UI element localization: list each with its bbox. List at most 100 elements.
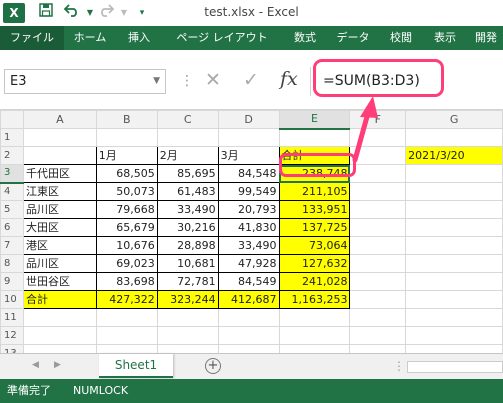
cell-f2[interactable] bbox=[349, 146, 407, 165]
tab-split-handle-icon[interactable]: ⋮ bbox=[393, 359, 405, 373]
cell-f3[interactable] bbox=[349, 164, 407, 183]
cell-e6[interactable]: 137,725 bbox=[278, 218, 351, 237]
cell-e2[interactable]: 合計 bbox=[278, 146, 351, 165]
cell-f12[interactable] bbox=[349, 326, 407, 345]
cell-g9[interactable] bbox=[405, 272, 503, 291]
cell-e1[interactable] bbox=[278, 128, 351, 147]
cell-e7[interactable]: 73,064 bbox=[278, 236, 351, 255]
cell-g8[interactable] bbox=[405, 254, 503, 273]
cell-d12[interactable] bbox=[217, 326, 280, 345]
row-header[interactable]: 7 bbox=[0, 236, 24, 255]
row-header[interactable]: 2 bbox=[0, 146, 24, 165]
tab-page-layout[interactable]: ページ レイアウト bbox=[162, 26, 282, 50]
cell-c10[interactable]: 323,244 bbox=[156, 290, 219, 309]
row-header[interactable]: 1 bbox=[0, 128, 24, 147]
cell-b6[interactable]: 65,679 bbox=[95, 218, 158, 237]
cell-f7[interactable] bbox=[349, 236, 407, 255]
cell-f8[interactable] bbox=[349, 254, 407, 273]
cell-b3[interactable]: 68,505 bbox=[95, 164, 158, 183]
cell-e5[interactable]: 133,951 bbox=[278, 200, 351, 219]
column-header-g[interactable]: G bbox=[405, 110, 503, 129]
cell-g6[interactable] bbox=[405, 218, 503, 237]
cell-d4[interactable]: 99,549 bbox=[217, 182, 280, 201]
formula-bar-grip-icon[interactable]: ⋮ bbox=[180, 70, 194, 92]
column-header-b[interactable]: B bbox=[95, 110, 158, 129]
next-sheet-icon[interactable]: ▶ bbox=[54, 360, 61, 370]
cell-e11[interactable] bbox=[278, 308, 351, 327]
row-header[interactable]: 8 bbox=[0, 254, 24, 273]
cell-a2[interactable] bbox=[22, 146, 97, 165]
tab-home[interactable]: ホーム bbox=[64, 26, 116, 50]
cell-a6[interactable]: 大田区 bbox=[22, 218, 97, 237]
cell-e8[interactable]: 127,632 bbox=[278, 254, 351, 273]
cell-c6[interactable]: 30,216 bbox=[156, 218, 219, 237]
cell-c9[interactable]: 72,781 bbox=[156, 272, 219, 291]
tab-data[interactable]: データ bbox=[328, 26, 378, 50]
row-header[interactable]: 3 bbox=[0, 164, 24, 184]
cancel-icon[interactable]: ✕ bbox=[205, 67, 221, 93]
cell-c8[interactable]: 10,681 bbox=[156, 254, 219, 273]
cell-e10[interactable]: 1,163,253 bbox=[278, 290, 351, 309]
cell-c5[interactable]: 33,490 bbox=[156, 200, 219, 219]
cell-b12[interactable] bbox=[95, 326, 158, 345]
cell-b1[interactable] bbox=[95, 128, 158, 147]
cell-c11[interactable] bbox=[156, 308, 219, 327]
cell-f9[interactable] bbox=[349, 272, 407, 291]
cell-g7[interactable] bbox=[405, 236, 503, 255]
cell-e12[interactable] bbox=[278, 326, 351, 345]
cell-f6[interactable] bbox=[349, 218, 407, 237]
row-header[interactable]: 10 bbox=[0, 290, 24, 309]
cell-b10[interactable]: 427,322 bbox=[95, 290, 158, 309]
row-header[interactable]: 9 bbox=[0, 272, 24, 291]
prev-sheet-icon[interactable]: ◀ bbox=[32, 360, 39, 370]
sheet-tab-sheet1[interactable]: Sheet1 bbox=[99, 354, 173, 378]
name-box[interactable]: E3 ▼ bbox=[4, 69, 166, 94]
tab-file[interactable]: ファイル bbox=[0, 26, 64, 50]
tab-insert[interactable]: 挿入 bbox=[116, 26, 162, 50]
cell-f5[interactable] bbox=[349, 200, 407, 219]
cell-b5[interactable]: 79,668 bbox=[95, 200, 158, 219]
cell-a10[interactable]: 合計 bbox=[22, 290, 97, 309]
cell-d2[interactable]: 3月 bbox=[217, 146, 280, 165]
row-header[interactable]: 5 bbox=[0, 200, 24, 219]
cell-e9[interactable]: 241,028 bbox=[278, 272, 351, 291]
row-header[interactable]: 6 bbox=[0, 218, 24, 237]
cell-d3[interactable]: 84,548 bbox=[217, 164, 280, 183]
column-header-f[interactable]: F bbox=[349, 110, 407, 129]
cell-b4[interactable]: 50,073 bbox=[95, 182, 158, 201]
cell-g4[interactable] bbox=[405, 182, 503, 201]
cell-d10[interactable]: 412,687 bbox=[217, 290, 280, 309]
cell-g1[interactable] bbox=[405, 128, 503, 147]
cell-g5[interactable] bbox=[405, 200, 503, 219]
cell-f10[interactable] bbox=[349, 290, 407, 309]
cell-a7[interactable]: 港区 bbox=[22, 236, 97, 255]
add-sheet-button[interactable]: + bbox=[205, 358, 221, 374]
cell-d8[interactable]: 47,928 bbox=[217, 254, 280, 273]
cell-a9[interactable]: 世田谷区 bbox=[22, 272, 97, 291]
cell-b9[interactable]: 83,698 bbox=[95, 272, 158, 291]
cell-a4[interactable]: 江東区 bbox=[22, 182, 97, 201]
cell-c1[interactable] bbox=[156, 128, 219, 147]
row-header[interactable]: 4 bbox=[0, 182, 24, 201]
row-header[interactable]: 12 bbox=[0, 326, 24, 345]
cell-d11[interactable] bbox=[217, 308, 280, 327]
cell-d5[interactable]: 20,793 bbox=[217, 200, 280, 219]
cell-c7[interactable]: 28,898 bbox=[156, 236, 219, 255]
cell-c2[interactable]: 2月 bbox=[156, 146, 219, 165]
cell-a12[interactable] bbox=[22, 326, 97, 345]
cell-f1[interactable] bbox=[349, 128, 407, 147]
column-header-e[interactable]: E bbox=[278, 110, 351, 130]
cell-c12[interactable] bbox=[156, 326, 219, 345]
chevron-down-icon[interactable]: ▼ bbox=[153, 70, 160, 93]
cell-d7[interactable]: 33,490 bbox=[217, 236, 280, 255]
tab-formulas[interactable]: 数式 bbox=[282, 26, 328, 50]
tab-review[interactable]: 校閲 bbox=[378, 26, 424, 50]
cell-d6[interactable]: 41,830 bbox=[217, 218, 280, 237]
cell-g2[interactable]: 2021/3/20 bbox=[405, 146, 503, 165]
cell-c4[interactable]: 61,483 bbox=[156, 182, 219, 201]
horizontal-scrollbar[interactable] bbox=[407, 361, 503, 373]
cell-a1[interactable] bbox=[22, 128, 97, 147]
formula-input[interactable]: =SUM(B3:D3) bbox=[310, 67, 503, 96]
cell-a8[interactable]: 品川区 bbox=[22, 254, 97, 273]
column-header-a[interactable]: A bbox=[22, 110, 97, 129]
